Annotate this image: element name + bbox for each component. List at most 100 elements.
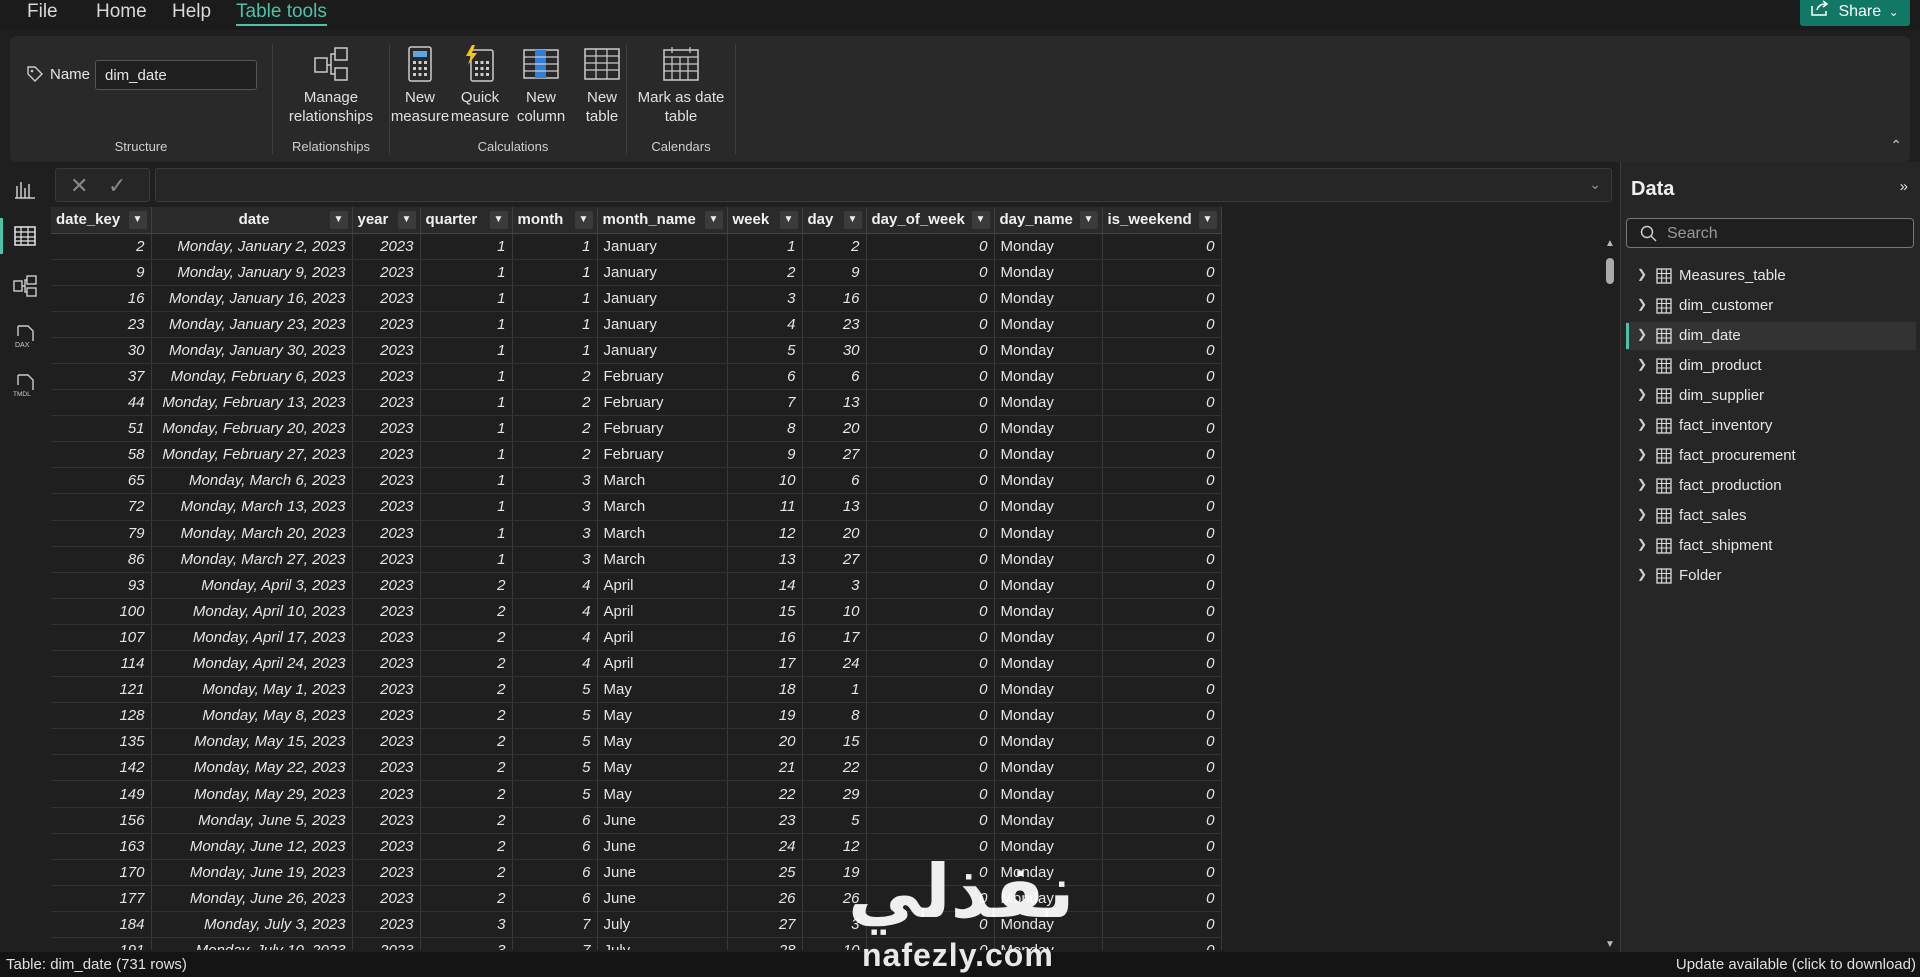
table-cell[interactable]: February <box>597 363 728 391</box>
table-cell[interactable]: 30 <box>51 337 152 364</box>
table-row[interactable]: 72 Monday, March 13, 2023 2023 1 3 March 11 13 0… <box>51 493 1222 521</box>
table-cell[interactable]: 2 <box>420 728 513 756</box>
table-cell[interactable]: 27 <box>802 441 867 469</box>
table-row[interactable]: 114 Monday, April 24, 2023 2023 2 4 April 17 24… <box>51 650 1222 678</box>
table-cell[interactable]: 0 <box>1102 572 1222 599</box>
table-cell[interactable]: April <box>597 624 728 652</box>
table-cell[interactable]: 3 <box>512 546 598 573</box>
table-cell[interactable]: 0 <box>866 754 995 782</box>
table-cell[interactable]: Monday, February 13, 2023 <box>151 389 353 417</box>
table-cell[interactable]: 3 <box>512 493 598 521</box>
table-cell[interactable]: 5 <box>512 780 598 808</box>
chevron-right-icon[interactable]: ❯ <box>1637 357 1647 371</box>
table-cell[interactable]: Monday, February 27, 2023 <box>151 441 353 469</box>
table-cell[interactable]: 0 <box>866 311 995 338</box>
table-cell[interactable]: 0 <box>866 676 995 704</box>
tree-item-measures-table[interactable]: ❯ Measures_table <box>1626 262 1916 290</box>
table-cell[interactable]: January <box>597 233 728 260</box>
tree-item-fact-production[interactable]: ❯ fact_production <box>1626 472 1916 500</box>
expand-formula-icon[interactable]: ⌄ <box>1589 176 1601 193</box>
table-cell[interactable]: 0 <box>1102 911 1222 939</box>
commit-formula-icon[interactable]: ✓ <box>108 173 126 199</box>
table-cell[interactable]: January <box>597 311 728 338</box>
table-cell[interactable]: 2 <box>420 676 513 704</box>
table-cell[interactable]: 177 <box>51 885 152 912</box>
table-cell[interactable]: 58 <box>51 441 152 469</box>
table-cell[interactable]: 5 <box>727 337 803 364</box>
collapse-pane-icon[interactable]: » <box>1900 178 1908 195</box>
table-cell[interactable]: 1 <box>420 337 513 364</box>
chevron-right-icon[interactable]: ❯ <box>1637 327 1647 341</box>
dax-query-icon[interactable]: DAX <box>12 323 38 349</box>
table-cell[interactable]: Monday, June 26, 2023 <box>151 885 353 912</box>
table-cell[interactable]: 1 <box>420 389 513 417</box>
table-cell[interactable]: 6 <box>512 807 598 834</box>
table-cell[interactable]: 3 <box>420 937 513 950</box>
tree-item-fact-sales[interactable]: ❯ fact_sales <box>1626 502 1916 530</box>
table-cell[interactable]: 20 <box>802 415 867 443</box>
table-cell[interactable]: 0 <box>1102 467 1222 495</box>
table-cell[interactable]: 0 <box>1102 650 1222 678</box>
table-cell[interactable]: Monday, June 5, 2023 <box>151 807 353 834</box>
table-cell[interactable]: 5 <box>512 676 598 704</box>
tree-item-fact-inventory[interactable]: ❯ fact_inventory <box>1626 412 1916 440</box>
table-cell[interactable]: 2023 <box>352 259 421 286</box>
table-cell[interactable]: 2023 <box>352 676 421 704</box>
quick-measure-button[interactable]: Quick measure <box>450 44 510 126</box>
table-cell[interactable]: 0 <box>1102 415 1222 443</box>
table-cell[interactable]: Monday <box>994 807 1103 834</box>
column-filter-dropdown-icon[interactable]: ▼ <box>397 211 416 229</box>
manage-relationships-button[interactable]: Manage relationships <box>283 44 379 126</box>
table-cell[interactable]: 8 <box>727 415 803 443</box>
column-filter-dropdown-icon[interactable]: ▼ <box>971 211 990 229</box>
column-header-month[interactable]: month ▼ <box>512 207 598 234</box>
table-cell[interactable]: 2023 <box>352 859 421 886</box>
table-cell[interactable]: 17 <box>802 624 867 652</box>
table-cell[interactable]: 1 <box>512 337 598 364</box>
table-cell[interactable]: 6 <box>802 467 867 495</box>
table-cell[interactable]: January <box>597 337 728 364</box>
table-cell[interactable]: 6 <box>512 885 598 912</box>
column-header-date[interactable]: date ▼ <box>151 207 353 234</box>
table-cell[interactable]: 72 <box>51 493 152 521</box>
table-row[interactable]: 23 Monday, January 23, 2023 2023 1 1 January 4… <box>51 311 1222 338</box>
table-cell[interactable]: Monday <box>994 780 1103 808</box>
table-cell[interactable]: 2 <box>420 598 513 625</box>
table-cell[interactable]: 13 <box>727 546 803 573</box>
table-cell[interactable]: 5 <box>512 702 598 730</box>
scrollbar-thumb[interactable] <box>1606 258 1614 284</box>
table-cell[interactable]: 22 <box>727 780 803 808</box>
table-cell[interactable]: 9 <box>727 441 803 469</box>
table-cell[interactable]: 26 <box>727 885 803 912</box>
table-cell[interactable]: 0 <box>866 546 995 573</box>
table-cell[interactable]: 6 <box>802 363 867 391</box>
table-cell[interactable]: 114 <box>51 650 152 678</box>
column-header-is-weekend[interactable]: is_weekend ▼ <box>1102 207 1222 234</box>
table-cell[interactable]: June <box>597 833 728 860</box>
table-cell[interactable]: 1 <box>420 520 513 547</box>
table-cell[interactable]: 0 <box>1102 780 1222 808</box>
table-cell[interactable]: Monday, January 23, 2023 <box>151 311 353 338</box>
table-cell[interactable]: 3 <box>420 911 513 939</box>
table-cell[interactable]: 11 <box>727 493 803 521</box>
table-cell[interactable]: 1 <box>512 285 598 312</box>
table-row[interactable]: 100 Monday, April 10, 2023 2023 2 4 April 15 10… <box>51 598 1222 625</box>
table-cell[interactable]: April <box>597 572 728 599</box>
table-cell[interactable]: 2023 <box>352 598 421 625</box>
table-cell[interactable]: 6 <box>512 833 598 860</box>
table-cell[interactable]: Monday <box>994 337 1103 364</box>
table-cell[interactable]: April <box>597 650 728 678</box>
table-cell[interactable]: 16 <box>802 285 867 312</box>
column-header-day[interactable]: day ▼ <box>802 207 867 234</box>
table-cell[interactable]: 16 <box>727 624 803 652</box>
column-filter-dropdown-icon[interactable]: ▼ <box>704 211 723 229</box>
table-cell[interactable]: 65 <box>51 467 152 495</box>
table-cell[interactable]: 0 <box>866 807 995 834</box>
table-cell[interactable]: Monday, April 24, 2023 <box>151 650 353 678</box>
table-cell[interactable]: 0 <box>1102 493 1222 521</box>
table-cell[interactable]: 15 <box>727 598 803 625</box>
table-cell[interactable]: Monday, May 22, 2023 <box>151 754 353 782</box>
table-cell[interactable]: Monday, January 2, 2023 <box>151 233 353 260</box>
table-cell[interactable]: 1 <box>512 311 598 338</box>
table-cell[interactable]: 93 <box>51 572 152 599</box>
